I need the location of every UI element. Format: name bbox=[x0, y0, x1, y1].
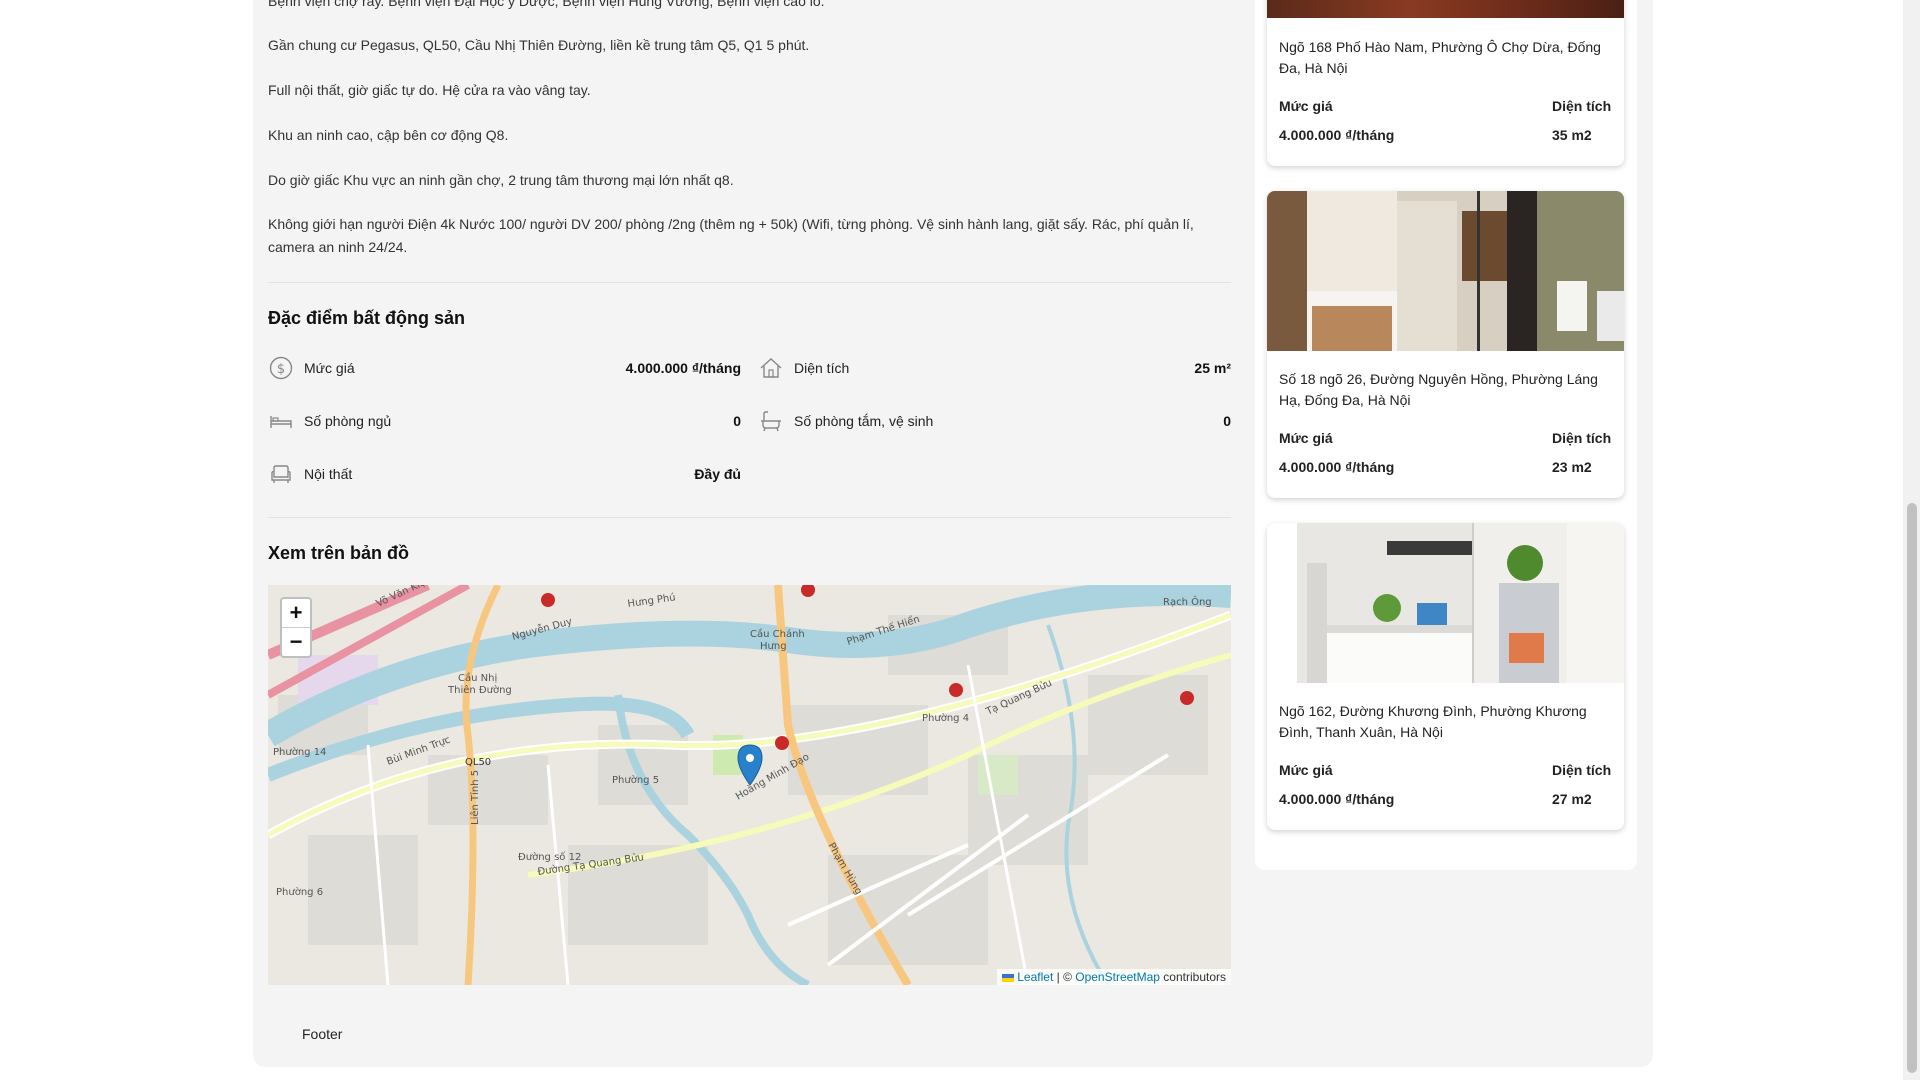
svg-text:Phường 14: Phường 14 bbox=[273, 746, 326, 758]
svg-text:Rạch Ông: Rạch Ông bbox=[1163, 595, 1212, 608]
listing-card[interactable]: Số 18 ngõ 26, Đường Nguyên Hồng, Phường … bbox=[1267, 191, 1624, 498]
price-label: Mức giá bbox=[1279, 762, 1333, 778]
listing-photo[interactable] bbox=[1267, 191, 1624, 351]
feature-label: Mức giá bbox=[304, 360, 355, 376]
scrollbar-thumb[interactable] bbox=[1907, 503, 1917, 1073]
bed-icon bbox=[268, 408, 294, 434]
description-line: Khu an ninh cao, cập bên cơ động Q8. bbox=[268, 127, 509, 143]
listing-values: 4.000.000 ₫/tháng 27 m2 bbox=[1279, 791, 1612, 807]
svg-text:Hưng: Hưng bbox=[760, 641, 787, 652]
description-line: Không giới hạn người Điện 4k Nước 100/ n… bbox=[268, 216, 1194, 232]
map-view[interactable]: Võ Văn Kiệt Hưng Phú Cầu Chánh Hưng Nguyễ… bbox=[268, 585, 1231, 985]
listing-values: 4.000.000 ₫/tháng 35 m2 bbox=[1279, 127, 1612, 143]
area-value: 35 m2 bbox=[1552, 127, 1592, 143]
leaflet-flag-icon bbox=[1002, 973, 1015, 982]
price-label: Mức giá bbox=[1279, 98, 1333, 114]
feature-price: $ Mức giá 4.000.000 ₫/tháng bbox=[268, 353, 741, 383]
feature-value: 0 bbox=[733, 413, 741, 429]
listing-labels: Mức giá Diện tích bbox=[1279, 762, 1612, 778]
zoom-in-button[interactable]: + bbox=[282, 599, 310, 628]
price-label: Mức giá bbox=[1279, 430, 1333, 446]
svg-text:Liên Tỉnh 5: Liên Tỉnh 5 bbox=[469, 770, 481, 825]
zoom-out-button[interactable]: − bbox=[282, 628, 310, 656]
bathtub-icon bbox=[758, 408, 784, 434]
description-line: Full nội thất, giờ giấc tự do. Hệ cửa ra… bbox=[268, 82, 591, 98]
attribution-tail: contributors bbox=[1159, 970, 1226, 984]
feature-bedrooms: Số phòng ngủ 0 bbox=[268, 406, 741, 436]
svg-text:$: $ bbox=[277, 362, 285, 377]
listing-address[interactable]: Ngõ 162, Đường Khương Đình, Phường Khươn… bbox=[1279, 701, 1615, 743]
svg-text:Cầu Chánh: Cầu Chánh bbox=[750, 628, 805, 640]
listing-labels: Mức giá Diện tích bbox=[1279, 430, 1612, 446]
leaflet-link[interactable]: Leaflet bbox=[1017, 970, 1053, 984]
map-attribution: Leaflet | © OpenStreetMap contributors bbox=[997, 969, 1231, 985]
description-line: Bệnh viện chợ rẫy. Bệnh viện Đại Học y D… bbox=[268, 0, 825, 9]
features-title: Đặc điểm bất động sản bbox=[268, 308, 466, 328]
map-title: Xem trên bản đồ bbox=[268, 543, 410, 563]
zoom-control: + − bbox=[280, 597, 312, 658]
listing-card[interactable]: Ngõ 168 Phố Hào Nam, Phường Ô Chợ Dừa, Đ… bbox=[1267, 0, 1624, 166]
svg-text:Phường 4: Phường 4 bbox=[922, 712, 969, 724]
feature-value: Đầy đủ bbox=[694, 466, 741, 482]
listing-photo[interactable] bbox=[1267, 0, 1624, 18]
area-label: Diện tích bbox=[1552, 430, 1612, 446]
svg-text:QL50: QL50 bbox=[465, 757, 491, 768]
feature-label: Nội thất bbox=[304, 466, 353, 482]
description-line: Do giờ giấc Khu vực an ninh gần chợ, 2 t… bbox=[268, 172, 734, 188]
feature-bathrooms: Số phòng tắm, vệ sinh 0 bbox=[758, 406, 1231, 436]
sofa-icon bbox=[268, 461, 294, 487]
feature-furniture: Nội thất Đầy đủ bbox=[268, 459, 741, 489]
house-icon bbox=[758, 355, 784, 381]
area-value: 27 m2 bbox=[1552, 791, 1592, 807]
area-value: 23 m2 bbox=[1552, 459, 1592, 475]
price-value: 4.000.000 ₫/tháng bbox=[1279, 459, 1395, 475]
feature-label: Số phòng tắm, vệ sinh bbox=[794, 413, 934, 429]
description-line: Gần chung cư Pegasus, QL50, Cầu Nhị Thiê… bbox=[268, 37, 810, 53]
attribution-separator: | © bbox=[1053, 970, 1076, 984]
svg-text:Cầu Nhị: Cầu Nhị bbox=[458, 672, 497, 684]
scrollbar[interactable] bbox=[1903, 0, 1920, 1080]
listing-labels: Mức giá Diện tích bbox=[1279, 98, 1612, 114]
area-label: Diện tích bbox=[1552, 98, 1612, 114]
listing-photo[interactable] bbox=[1267, 523, 1624, 683]
description-line: camera an ninh 24/24. bbox=[268, 239, 408, 255]
divider bbox=[268, 282, 1231, 283]
feature-label: Số phòng ngủ bbox=[304, 413, 392, 429]
dollar-icon: $ bbox=[268, 355, 294, 381]
feature-label: Diện tích bbox=[794, 360, 850, 376]
listing-values: 4.000.000 ₫/tháng 23 m2 bbox=[1279, 459, 1612, 475]
map-tiles[interactable]: Võ Văn Kiệt Hưng Phú Cầu ChánhHưng Nguyễ… bbox=[268, 585, 1231, 985]
related-listings-sidebar: Ngõ 168 Phố Hào Nam, Phường Ô Chợ Dừa, Đ… bbox=[1255, 0, 1637, 870]
footer: Footer bbox=[302, 1026, 343, 1042]
divider bbox=[268, 517, 1231, 518]
area-label: Diện tích bbox=[1552, 762, 1612, 778]
svg-text:Đường số 12: Đường số 12 bbox=[518, 851, 581, 863]
listing-card[interactable]: Ngõ 162, Đường Khương Đình, Phường Khươn… bbox=[1267, 523, 1624, 830]
feature-area: Diện tích 25 m² bbox=[758, 353, 1231, 383]
listing-address[interactable]: Ngõ 168 Phố Hào Nam, Phường Ô Chợ Dừa, Đ… bbox=[1279, 37, 1615, 79]
price-value: 4.000.000 ₫/tháng bbox=[1279, 127, 1395, 143]
svg-text:Phường 6: Phường 6 bbox=[276, 886, 323, 898]
feature-value: 25 m² bbox=[1194, 360, 1231, 376]
osm-link[interactable]: OpenStreetMap bbox=[1075, 970, 1160, 984]
feature-value: 0 bbox=[1223, 413, 1231, 429]
feature-value: 4.000.000 ₫/tháng bbox=[625, 360, 741, 376]
svg-text:Thiên Đường: Thiên Đường bbox=[447, 684, 512, 696]
page-container: Bệnh viện chợ rẫy. Bệnh viện Đại Học y D… bbox=[253, 0, 1653, 1067]
price-value: 4.000.000 ₫/tháng bbox=[1279, 791, 1395, 807]
listing-address[interactable]: Số 18 ngõ 26, Đường Nguyên Hồng, Phường … bbox=[1279, 369, 1615, 411]
svg-text:Phường 5: Phường 5 bbox=[612, 774, 659, 786]
